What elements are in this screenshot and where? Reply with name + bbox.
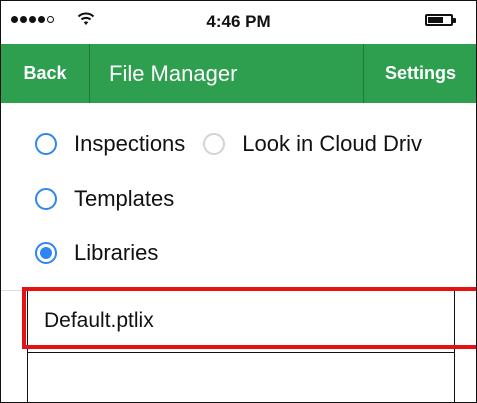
nav-bar: Back File Manager Settings xyxy=(1,44,476,103)
file-list: Default.ptlix xyxy=(27,290,455,402)
radio-templates-label[interactable]: Templates xyxy=(74,186,174,212)
source-option-row: Templates xyxy=(35,186,174,212)
battery-nub xyxy=(453,18,456,23)
radio-cloud-drive-label[interactable]: Look in Cloud Driv xyxy=(242,131,422,157)
radio-inspections-label[interactable]: Inspections xyxy=(74,131,185,157)
source-option-row: Inspections Look in Cloud Driv xyxy=(35,131,422,157)
list-item[interactable]: Default.ptlix xyxy=(28,291,454,353)
source-option-row: Libraries xyxy=(35,240,158,266)
battery-level xyxy=(428,17,444,23)
radio-libraries[interactable] xyxy=(35,242,57,264)
divider xyxy=(1,290,27,291)
radio-inspections[interactable] xyxy=(35,133,57,155)
radio-libraries-label[interactable]: Libraries xyxy=(74,240,158,266)
phone-screen: 4:46 PM Back File Manager Settings Inspe… xyxy=(0,0,477,403)
status-time: 4:46 PM xyxy=(206,12,271,31)
radio-templates[interactable] xyxy=(35,188,57,210)
settings-button[interactable]: Settings xyxy=(363,44,476,103)
page-title: File Manager xyxy=(109,60,238,86)
radio-cloud-drive[interactable] xyxy=(203,133,226,155)
battery-icon xyxy=(425,14,456,26)
status-bar: 4:46 PM xyxy=(1,1,476,44)
back-button[interactable]: Back xyxy=(1,44,90,103)
file-name: Default.ptlix xyxy=(44,309,154,332)
